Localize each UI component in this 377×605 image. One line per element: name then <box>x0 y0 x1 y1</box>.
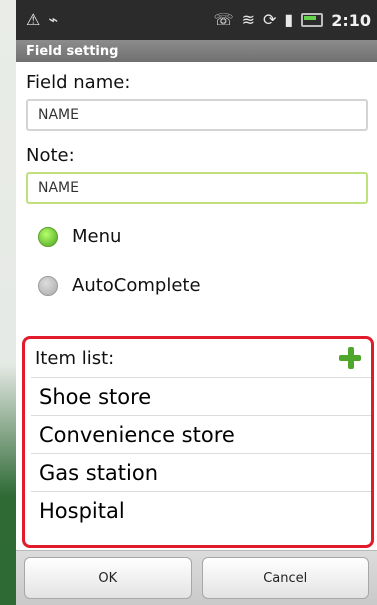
radio-menu-label: Menu <box>72 226 122 247</box>
status-time: 2:10 <box>331 10 371 30</box>
list-item-label: Convenience store <box>39 422 235 447</box>
list-item[interactable]: Shoe store <box>31 377 371 415</box>
field-name-value: NAME <box>38 107 79 123</box>
dialog-title-text: Field setting <box>26 43 119 59</box>
note-value: NAME <box>38 180 79 196</box>
phone-icon: ☏ <box>213 10 234 29</box>
item-list: Shoe store Convenience store Gas station… <box>31 377 371 529</box>
field-name-label: Field name: <box>26 72 131 93</box>
list-item[interactable]: Convenience store <box>31 415 371 453</box>
radio-menu[interactable]: Menu <box>16 226 377 247</box>
wifi-icon: ≋ <box>241 10 255 29</box>
note-input[interactable]: NAME <box>26 172 368 204</box>
radio-autocomplete-label: AutoComplete <box>72 275 201 296</box>
cancel-button-label: Cancel <box>263 570 308 586</box>
ok-button-label: OK <box>98 570 118 586</box>
radio-selected-icon <box>38 226 58 247</box>
list-item[interactable]: Gas station <box>31 453 371 491</box>
battery-icon <box>301 13 324 27</box>
field-name-input[interactable]: NAME <box>26 99 368 131</box>
ok-button[interactable]: OK <box>24 557 192 599</box>
dialog-buttons: OK Cancel <box>16 550 377 605</box>
sync-icon: ⟳ <box>262 10 277 29</box>
list-item-label: Gas station <box>39 460 159 485</box>
list-item-label: Hospital <box>39 498 125 523</box>
status-bar: ⚠ ⌁ ☏ ≋ ⟳ ▮ 2:10 <box>16 0 377 40</box>
status-left: ⚠ ⌁ <box>26 12 58 28</box>
status-right: ☏ ≋ ⟳ ▮ 2:10 <box>214 11 371 30</box>
signal-icon: ▮ <box>284 10 294 29</box>
cancel-button[interactable]: Cancel <box>201 557 369 599</box>
note-label: Note: <box>26 145 75 166</box>
item-list-label: Item list: <box>35 347 115 369</box>
alert-icon: ⚠ <box>26 10 41 29</box>
radio-unselected-icon <box>38 275 58 296</box>
list-item-label: Shoe store <box>39 384 152 409</box>
dialog-title: Field setting <box>16 40 377 62</box>
item-list-header: Item list: <box>25 339 371 377</box>
add-item-icon[interactable] <box>339 347 361 369</box>
list-item[interactable]: Hospital <box>31 491 371 529</box>
usb-icon: ⌁ <box>48 10 58 29</box>
radio-autocomplete[interactable]: AutoComplete <box>16 275 377 296</box>
device-screen: ⚠ ⌁ ☏ ≋ ⟳ ▮ 2:10 Field setting Field nam… <box>16 0 377 605</box>
item-list-section: Item list: Shoe store Convenience store … <box>22 336 374 548</box>
